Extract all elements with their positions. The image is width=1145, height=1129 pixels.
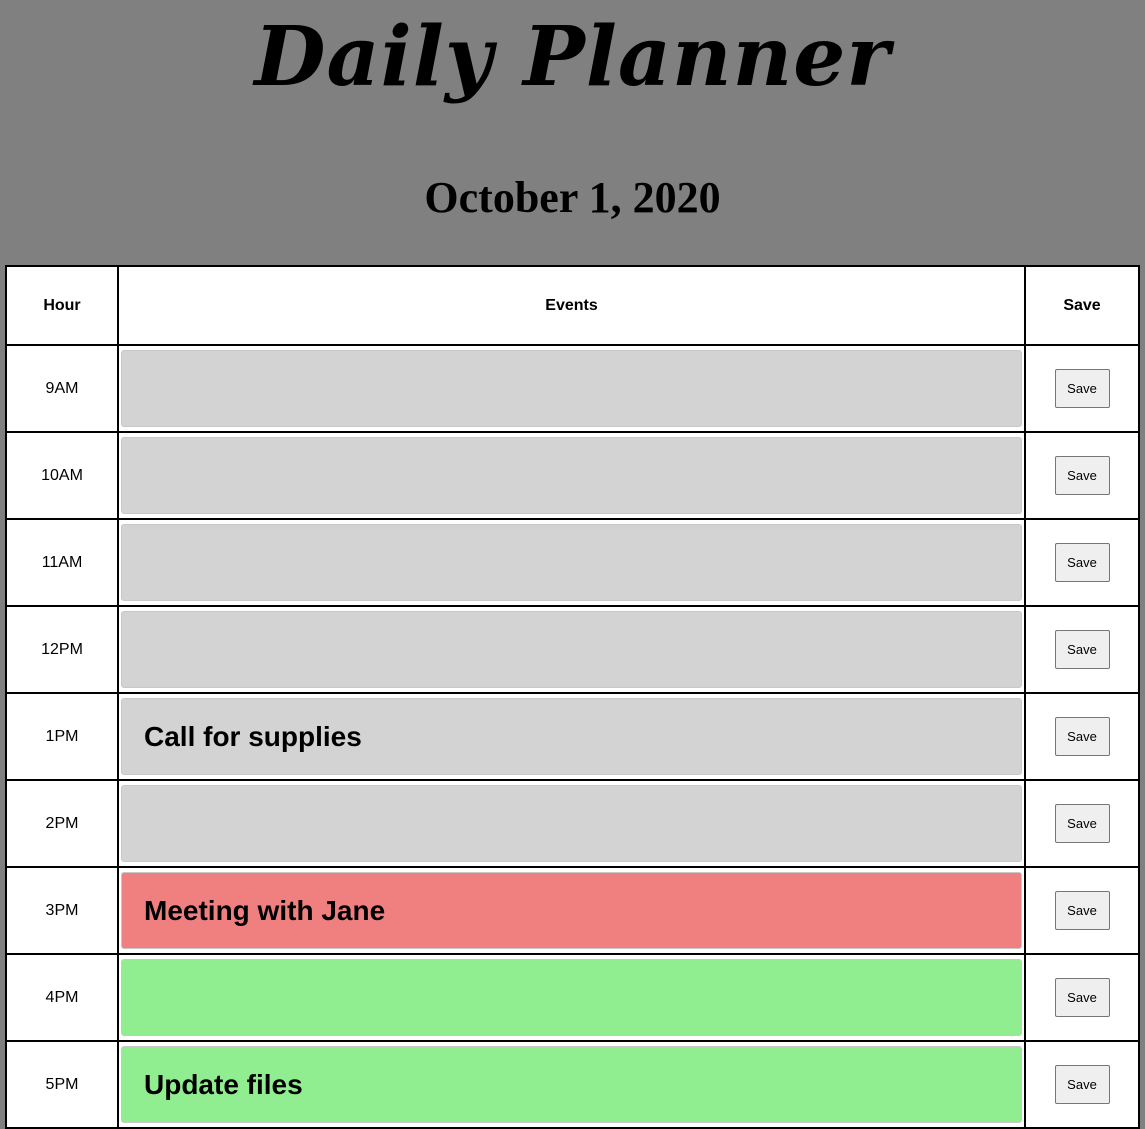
current-date: October 1, 2020 — [424, 173, 721, 222]
time-block-row: 10AM Save — [7, 433, 1138, 518]
header: Daily Planner October 1, 2020 — [0, 0, 1145, 265]
save-button[interactable]: Save — [1054, 630, 1110, 669]
planner-table: Hour Events Save 9AM Save 10AM Save 11AM… — [5, 265, 1140, 1129]
time-block-row: 5PM Update files Save — [7, 1042, 1138, 1127]
save-button[interactable]: Save — [1054, 543, 1110, 582]
event-textarea[interactable]: Call for supplies — [121, 698, 1022, 775]
time-block-row: 12PM Save — [7, 607, 1138, 692]
event-cell: Call for supplies — [119, 694, 1024, 779]
event-cell: Update files — [119, 1042, 1024, 1127]
save-cell: Save — [1026, 433, 1138, 518]
save-cell: Save — [1026, 520, 1138, 605]
hour-label: 12PM — [7, 607, 117, 692]
time-block-row: 4PM Save — [7, 955, 1138, 1040]
time-block-row: 9AM Save — [7, 346, 1138, 431]
column-header-events: Events — [119, 267, 1024, 344]
app-title: Daily Planner — [254, 9, 891, 105]
save-cell: Save — [1026, 1042, 1138, 1127]
save-button[interactable]: Save — [1054, 1065, 1110, 1104]
event-cell — [119, 520, 1024, 605]
event-cell — [119, 607, 1024, 692]
event-textarea[interactable]: Meeting with Jane — [121, 872, 1022, 949]
save-cell: Save — [1026, 955, 1138, 1040]
event-cell — [119, 955, 1024, 1040]
event-textarea[interactable] — [121, 611, 1022, 688]
hour-label: 5PM — [7, 1042, 117, 1127]
table-header-row: Hour Events Save — [7, 267, 1138, 344]
hour-label: 9AM — [7, 346, 117, 431]
hour-label: 4PM — [7, 955, 117, 1040]
event-textarea[interactable] — [121, 785, 1022, 862]
save-cell: Save — [1026, 346, 1138, 431]
column-header-hour: Hour — [7, 267, 117, 344]
hour-label: 11AM — [7, 520, 117, 605]
save-cell: Save — [1026, 868, 1138, 953]
save-button[interactable]: Save — [1054, 804, 1110, 843]
save-button[interactable]: Save — [1054, 456, 1110, 495]
event-textarea[interactable] — [121, 524, 1022, 601]
time-block-row: 1PM Call for supplies Save — [7, 694, 1138, 779]
save-button[interactable]: Save — [1054, 891, 1110, 930]
event-textarea[interactable] — [121, 959, 1022, 1036]
event-textarea[interactable] — [121, 350, 1022, 427]
save-cell: Save — [1026, 607, 1138, 692]
hour-label: 1PM — [7, 694, 117, 779]
save-cell: Save — [1026, 781, 1138, 866]
hour-label: 3PM — [7, 868, 117, 953]
column-header-save: Save — [1026, 267, 1138, 344]
hour-label: 10AM — [7, 433, 117, 518]
save-cell: Save — [1026, 694, 1138, 779]
event-textarea[interactable]: Update files — [121, 1046, 1022, 1123]
event-cell — [119, 346, 1024, 431]
save-button[interactable]: Save — [1054, 369, 1110, 408]
event-cell — [119, 433, 1024, 518]
event-cell — [119, 781, 1024, 866]
time-block-row: 3PM Meeting with Jane Save — [7, 868, 1138, 953]
save-button[interactable]: Save — [1054, 978, 1110, 1017]
event-cell: Meeting with Jane — [119, 868, 1024, 953]
time-block-row: 11AM Save — [7, 520, 1138, 605]
time-block-row: 2PM Save — [7, 781, 1138, 866]
event-textarea[interactable] — [121, 437, 1022, 514]
hour-label: 2PM — [7, 781, 117, 866]
save-button[interactable]: Save — [1054, 717, 1110, 756]
